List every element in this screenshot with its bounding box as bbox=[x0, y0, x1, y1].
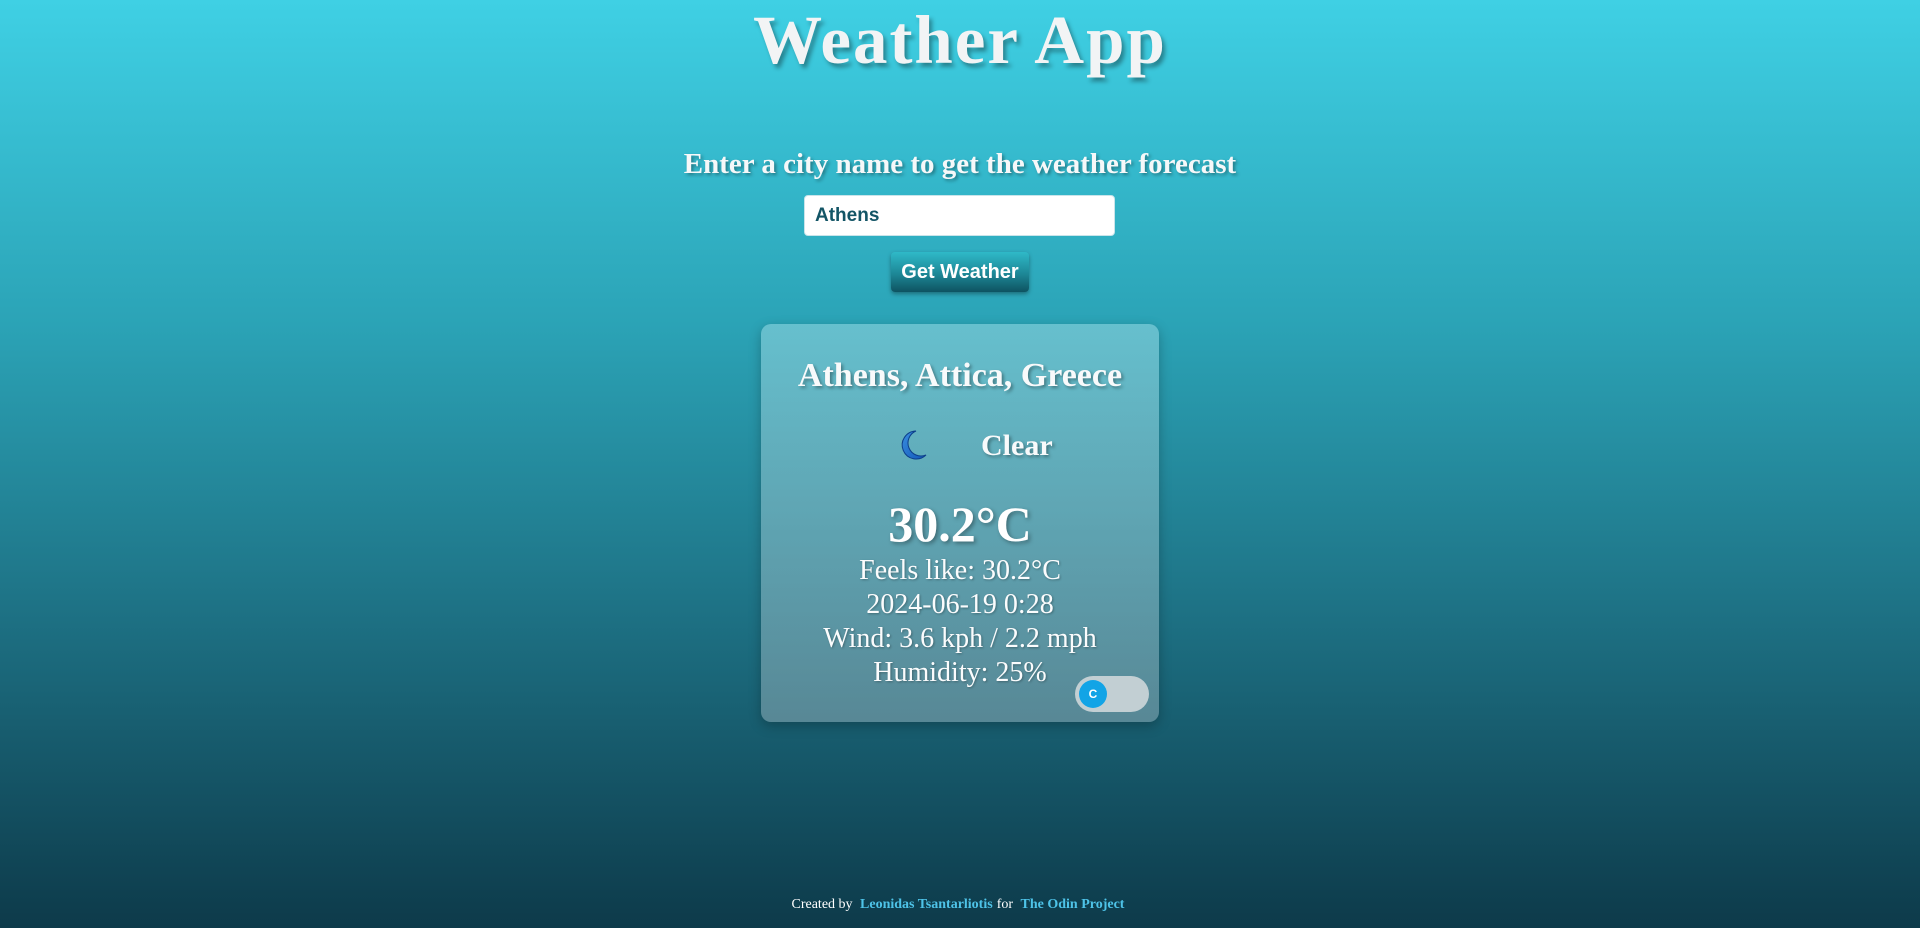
unit-toggle-knob[interactable]: C bbox=[1079, 680, 1107, 708]
footer-created-by: Created by bbox=[791, 897, 853, 912]
get-weather-button[interactable]: Get Weather bbox=[891, 252, 1029, 292]
feels-like-text: Feels like: 30.2°C bbox=[859, 555, 1061, 586]
footer: Created by Leonidas Tsantarliotis for The… bbox=[0, 896, 1920, 914]
app-title: Weather App bbox=[753, 2, 1167, 78]
search-prompt: Enter a city name to get the weather for… bbox=[683, 148, 1237, 180]
weather-card: Athens, Attica, Greece Clear 30.2°C Feel… bbox=[761, 324, 1159, 722]
unit-toggle[interactable]: C bbox=[1075, 676, 1149, 712]
temperature-value: 30.2°C bbox=[888, 496, 1032, 552]
author-link[interactable]: Leonidas Tsantarliotis bbox=[860, 897, 993, 912]
condition-text: Clear bbox=[981, 429, 1053, 462]
odin-project-link[interactable]: The Odin Project bbox=[1021, 897, 1125, 912]
location-heading: Athens, Attica, Greece bbox=[797, 357, 1123, 394]
local-datetime-text: 2024-06-19 0:28 bbox=[866, 589, 1054, 620]
footer-for: for bbox=[996, 897, 1014, 912]
crescent-moon-icon bbox=[897, 428, 931, 462]
city-search-input[interactable] bbox=[804, 195, 1115, 236]
wind-text: Wind: 3.6 kph / 2.2 mph bbox=[823, 623, 1097, 654]
